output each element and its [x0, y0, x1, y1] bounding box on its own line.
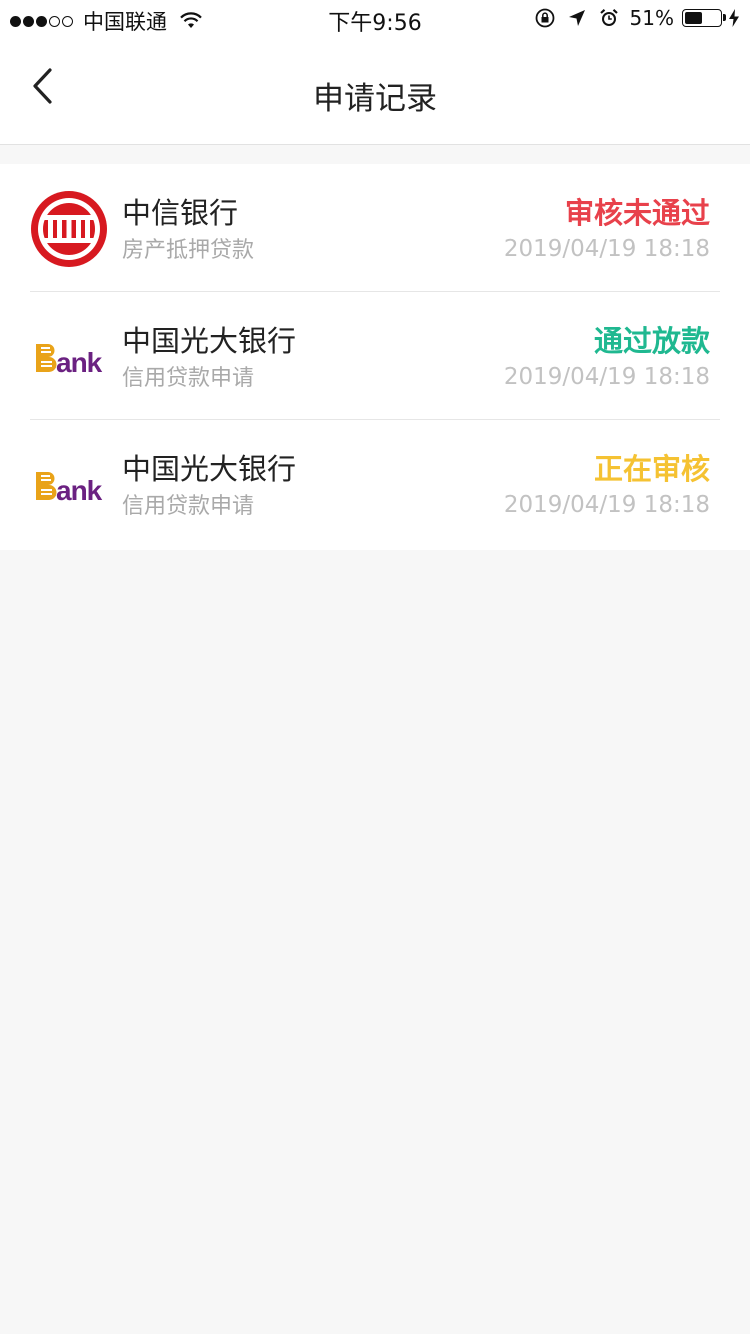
- battery-icon: [682, 9, 726, 27]
- loan-product: 房产抵押贷款: [122, 238, 255, 263]
- application-record-list: 中信银行 房产抵押贷款 审核未通过 2019/04/19 18:18 ank 中…: [0, 164, 750, 550]
- status-bar-right: 51%: [534, 6, 740, 30]
- svg-text:ank: ank: [56, 347, 103, 378]
- rotation-lock-icon: [535, 8, 554, 28]
- charging-bolt-icon: [729, 9, 739, 27]
- list-item[interactable]: ank 中国光大银行 信用贷款申请 通过放款 2019/04/19 18:18: [30, 292, 720, 420]
- status-badge: 通过放款: [593, 324, 710, 358]
- navigation-bar: 申请记录: [0, 40, 750, 145]
- application-time: 2019/04/19 18:18: [503, 492, 710, 518]
- status-badge: 正在审核: [593, 452, 710, 486]
- location-arrow-icon: [568, 10, 585, 26]
- page-title: 申请记录: [313, 81, 437, 117]
- loan-product: 信用贷款申请: [122, 366, 255, 391]
- alarm-clock-icon: [599, 8, 618, 26]
- bank-name: 中国光大银行: [122, 452, 297, 486]
- bank-logo: ank: [36, 344, 104, 378]
- status-badge: 审核未通过: [564, 196, 710, 230]
- bank-name: 中国光大银行: [122, 324, 297, 358]
- battery-percent: 51%: [629, 6, 674, 30]
- bank-logo: ank: [36, 472, 104, 506]
- list-item[interactable]: ank 中国光大银行 信用贷款申请 正在审核 2019/04/19 18:18: [30, 420, 720, 550]
- citic-bank-logo: [31, 191, 107, 267]
- loan-product: 信用贷款申请: [122, 494, 255, 519]
- application-time: 2019/04/19 18:18: [503, 236, 710, 262]
- list-item[interactable]: 中信银行 房产抵押贷款 审核未通过 2019/04/19 18:18: [30, 164, 720, 292]
- svg-text:ank: ank: [56, 475, 103, 506]
- application-time: 2019/04/19 18:18: [503, 364, 710, 390]
- bank-name: 中信银行: [122, 196, 239, 230]
- status-bar: 中国联通 下午9:56 51%: [0, 0, 750, 40]
